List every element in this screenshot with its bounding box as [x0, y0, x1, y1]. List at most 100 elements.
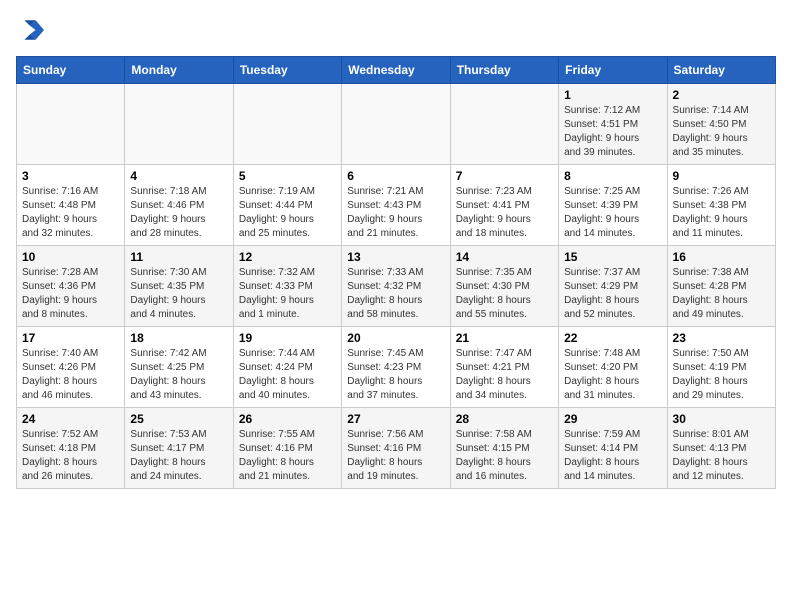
calendar-week-1: 1 Sunrise: 7:12 AM Sunset: 4:51 PM Daylig… — [17, 84, 776, 165]
empty-cell — [125, 84, 233, 165]
day-info: Sunrise: 7:35 AM Sunset: 4:30 PM Dayligh… — [456, 266, 553, 322]
calendar-body: 1 Sunrise: 7:12 AM Sunset: 4:51 PM Daylig… — [17, 84, 776, 489]
day-number: 1 — [564, 88, 661, 102]
calendar-table: SundayMondayTuesdayWednesdayThursdayFrid… — [16, 56, 776, 489]
day-number: 20 — [347, 331, 444, 345]
day-info: Sunrise: 7:12 AM Sunset: 4:51 PM Dayligh… — [564, 104, 661, 160]
day-cell-5: 5 Sunrise: 7:19 AM Sunset: 4:44 PM Daylig… — [233, 165, 341, 246]
weekday-header-tuesday: Tuesday — [233, 57, 341, 84]
day-info: Sunrise: 7:38 AM Sunset: 4:28 PM Dayligh… — [673, 266, 770, 322]
logo-icon — [16, 16, 44, 44]
day-cell-13: 13 Sunrise: 7:33 AM Sunset: 4:32 PM Dayli… — [342, 246, 450, 327]
day-cell-21: 21 Sunrise: 7:47 AM Sunset: 4:21 PM Dayli… — [450, 327, 558, 408]
calendar-header: SundayMondayTuesdayWednesdayThursdayFrid… — [17, 57, 776, 84]
day-number: 10 — [22, 250, 119, 264]
day-info: Sunrise: 7:32 AM Sunset: 4:33 PM Dayligh… — [239, 266, 336, 322]
day-cell-11: 11 Sunrise: 7:30 AM Sunset: 4:35 PM Dayli… — [125, 246, 233, 327]
day-number: 23 — [673, 331, 770, 345]
day-info: Sunrise: 8:01 AM Sunset: 4:13 PM Dayligh… — [673, 428, 770, 484]
day-info: Sunrise: 7:48 AM Sunset: 4:20 PM Dayligh… — [564, 347, 661, 403]
day-cell-25: 25Sunrise: 7:53 AM Sunset: 4:17 PM Dayli… — [125, 408, 233, 489]
day-cell-14: 14Sunrise: 7:35 AM Sunset: 4:30 PM Dayli… — [450, 246, 558, 327]
day-cell-16: 16 Sunrise: 7:38 AM Sunset: 4:28 PM Dayli… — [667, 246, 775, 327]
day-number: 6 — [347, 169, 444, 183]
day-info: Sunrise: 7:45 AM Sunset: 4:23 PM Dayligh… — [347, 347, 444, 403]
day-number: 4 — [130, 169, 227, 183]
weekday-header-sunday: Sunday — [17, 57, 125, 84]
day-number: 27 — [347, 412, 444, 426]
day-info: Sunrise: 7:56 AM Sunset: 4:16 PM Dayligh… — [347, 428, 444, 484]
day-cell-30: 30 Sunrise: 8:01 AM Sunset: 4:13 PM Dayli… — [667, 408, 775, 489]
empty-cell — [233, 84, 341, 165]
day-number: 30 — [673, 412, 770, 426]
day-number: 28 — [456, 412, 553, 426]
logo — [16, 16, 48, 44]
day-info: Sunrise: 7:19 AM Sunset: 4:44 PM Dayligh… — [239, 185, 336, 241]
day-info: Sunrise: 7:44 AM Sunset: 4:24 PM Dayligh… — [239, 347, 336, 403]
day-number: 11 — [130, 250, 227, 264]
day-info: Sunrise: 7:37 AM Sunset: 4:29 PM Dayligh… — [564, 266, 661, 322]
day-number: 26 — [239, 412, 336, 426]
day-number: 17 — [22, 331, 119, 345]
day-number: 9 — [673, 169, 770, 183]
calendar-week-4: 17 Sunrise: 7:40 AM Sunset: 4:26 PM Dayli… — [17, 327, 776, 408]
day-info: Sunrise: 7:16 AM Sunset: 4:48 PM Dayligh… — [22, 185, 119, 241]
day-number: 18 — [130, 331, 227, 345]
day-info: Sunrise: 7:33 AM Sunset: 4:32 PM Dayligh… — [347, 266, 444, 322]
day-info: Sunrise: 7:58 AM Sunset: 4:15 PM Dayligh… — [456, 428, 553, 484]
calendar-week-2: 3 Sunrise: 7:16 AM Sunset: 4:48 PM Daylig… — [17, 165, 776, 246]
day-number: 2 — [673, 88, 770, 102]
day-cell-6: 6 Sunrise: 7:21 AM Sunset: 4:43 PM Daylig… — [342, 165, 450, 246]
day-cell-1: 1 Sunrise: 7:12 AM Sunset: 4:51 PM Daylig… — [559, 84, 667, 165]
day-cell-27: 27 Sunrise: 7:56 AM Sunset: 4:16 PM Dayli… — [342, 408, 450, 489]
day-cell-17: 17 Sunrise: 7:40 AM Sunset: 4:26 PM Dayli… — [17, 327, 125, 408]
day-cell-24: 24Sunrise: 7:52 AM Sunset: 4:18 PM Dayli… — [17, 408, 125, 489]
weekday-header-thursday: Thursday — [450, 57, 558, 84]
day-info: Sunrise: 7:40 AM Sunset: 4:26 PM Dayligh… — [22, 347, 119, 403]
empty-cell — [17, 84, 125, 165]
day-number: 8 — [564, 169, 661, 183]
day-info: Sunrise: 7:47 AM Sunset: 4:21 PM Dayligh… — [456, 347, 553, 403]
day-cell-15: 15 Sunrise: 7:37 AM Sunset: 4:29 PM Dayli… — [559, 246, 667, 327]
day-number: 5 — [239, 169, 336, 183]
day-cell-9: 9Sunrise: 7:26 AM Sunset: 4:38 PM Daylig… — [667, 165, 775, 246]
empty-cell — [450, 84, 558, 165]
day-info: Sunrise: 7:42 AM Sunset: 4:25 PM Dayligh… — [130, 347, 227, 403]
weekday-header-wednesday: Wednesday — [342, 57, 450, 84]
day-info: Sunrise: 7:52 AM Sunset: 4:18 PM Dayligh… — [22, 428, 119, 484]
day-cell-29: 29 Sunrise: 7:59 AM Sunset: 4:14 PM Dayli… — [559, 408, 667, 489]
day-number: 16 — [673, 250, 770, 264]
day-number: 7 — [456, 169, 553, 183]
day-info: Sunrise: 7:18 AM Sunset: 4:46 PM Dayligh… — [130, 185, 227, 241]
day-cell-3: 3 Sunrise: 7:16 AM Sunset: 4:48 PM Daylig… — [17, 165, 125, 246]
day-info: Sunrise: 7:50 AM Sunset: 4:19 PM Dayligh… — [673, 347, 770, 403]
day-cell-22: 22 Sunrise: 7:48 AM Sunset: 4:20 PM Dayli… — [559, 327, 667, 408]
day-number: 15 — [564, 250, 661, 264]
day-cell-12: 12 Sunrise: 7:32 AM Sunset: 4:33 PM Dayli… — [233, 246, 341, 327]
day-number: 12 — [239, 250, 336, 264]
calendar-week-3: 10 Sunrise: 7:28 AM Sunset: 4:36 PM Dayli… — [17, 246, 776, 327]
day-info: Sunrise: 7:30 AM Sunset: 4:35 PM Dayligh… — [130, 266, 227, 322]
day-info: Sunrise: 7:28 AM Sunset: 4:36 PM Dayligh… — [22, 266, 119, 322]
day-cell-8: 8Sunrise: 7:25 AM Sunset: 4:39 PM Daylig… — [559, 165, 667, 246]
weekday-row: SundayMondayTuesdayWednesdayThursdayFrid… — [17, 57, 776, 84]
day-cell-18: 18 Sunrise: 7:42 AM Sunset: 4:25 PM Dayli… — [125, 327, 233, 408]
day-cell-2: 2Sunrise: 7:14 AM Sunset: 4:50 PM Daylig… — [667, 84, 775, 165]
day-info: Sunrise: 7:21 AM Sunset: 4:43 PM Dayligh… — [347, 185, 444, 241]
day-number: 3 — [22, 169, 119, 183]
day-number: 29 — [564, 412, 661, 426]
weekday-header-saturday: Saturday — [667, 57, 775, 84]
day-info: Sunrise: 7:59 AM Sunset: 4:14 PM Dayligh… — [564, 428, 661, 484]
day-cell-4: 4 Sunrise: 7:18 AM Sunset: 4:46 PM Daylig… — [125, 165, 233, 246]
day-number: 13 — [347, 250, 444, 264]
day-cell-19: 19 Sunrise: 7:44 AM Sunset: 4:24 PM Dayli… — [233, 327, 341, 408]
day-number: 21 — [456, 331, 553, 345]
day-info: Sunrise: 7:55 AM Sunset: 4:16 PM Dayligh… — [239, 428, 336, 484]
day-info: Sunrise: 7:23 AM Sunset: 4:41 PM Dayligh… — [456, 185, 553, 241]
day-number: 22 — [564, 331, 661, 345]
day-number: 19 — [239, 331, 336, 345]
day-cell-20: 20 Sunrise: 7:45 AM Sunset: 4:23 PM Dayli… — [342, 327, 450, 408]
day-cell-28: 28 Sunrise: 7:58 AM Sunset: 4:15 PM Dayli… — [450, 408, 558, 489]
day-cell-10: 10 Sunrise: 7:28 AM Sunset: 4:36 PM Dayli… — [17, 246, 125, 327]
weekday-header-monday: Monday — [125, 57, 233, 84]
